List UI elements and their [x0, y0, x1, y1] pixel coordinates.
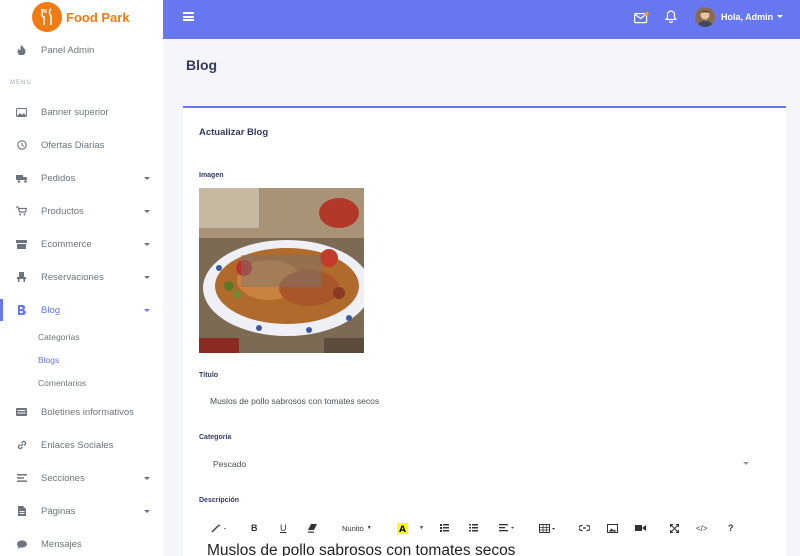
sidebar-item-label: Productos [41, 205, 84, 217]
brand[interactable]: Food Park [0, 0, 163, 34]
cart-icon [16, 206, 27, 217]
sidebar-item-secciones[interactable]: Secciones [0, 466, 163, 490]
sidebar-item-label: Ofertas Diarias [41, 139, 105, 151]
svg-text:A: A [399, 525, 406, 534]
clock-icon [16, 140, 27, 151]
sidebar: Food Park Panel Admin MENU Banner superi… [0, 0, 163, 556]
brand-name: Food Park [66, 9, 130, 25]
sidebar-item-enlaces[interactable]: Enlaces Sociales [0, 433, 163, 457]
sidebar-item-label: Enlaces Sociales [41, 439, 114, 451]
link-icon[interactable] [579, 522, 590, 534]
card-title: Actualizar Blog [199, 127, 269, 138]
sidebar-item-mensajes[interactable]: Mensajes [0, 532, 163, 556]
user-name[interactable]: Hola, Admin [721, 12, 773, 22]
list-icon [16, 473, 27, 484]
top-navbar: Hola, Admin [163, 0, 800, 39]
sidebar-item-ofertas[interactable]: Ofertas Diarias [0, 133, 163, 157]
chevron-down-icon [144, 176, 150, 180]
sidebar-item-panel-admin[interactable]: Panel Admin [0, 38, 163, 62]
update-blog-card: Actualizar Blog Imagen Título Muslos de … [183, 106, 786, 556]
image-hover-overlay [241, 255, 321, 287]
chevron-down-icon [144, 209, 150, 213]
menu-toggle-icon[interactable] [183, 12, 194, 21]
fire-icon [16, 45, 27, 56]
image-label: Imagen [199, 172, 224, 179]
link-icon [16, 440, 27, 451]
store-icon [16, 239, 27, 250]
caret-down-icon[interactable] [777, 15, 783, 18]
fullscreen-icon[interactable] [670, 522, 679, 534]
sidebar-item-label: Banner superior [41, 106, 109, 118]
menu-header: MENU [10, 80, 32, 86]
text-color-dropdown-icon[interactable]: ▼ [419, 522, 424, 534]
sidebar-item-paginas[interactable]: Páginas [0, 499, 163, 523]
underline-button[interactable]: U [280, 522, 287, 534]
editor-content[interactable]: Muslos de pollo sabrosos con tomates sec… [207, 542, 515, 556]
chair-icon [16, 272, 27, 283]
page-title: Blog [186, 57, 218, 73]
sidebar-item-label: Blog [41, 304, 61, 316]
mail-icon[interactable] [634, 11, 649, 24]
sidebar-item-label: Secciones [41, 472, 85, 484]
file-icon [16, 506, 27, 517]
sidebar-subitem-categorias[interactable]: Categorías [38, 332, 80, 342]
sidebar-item-label: Pedidos [41, 172, 76, 184]
chevron-down-icon [144, 476, 150, 480]
sidebar-item-reservaciones[interactable]: Reservaciones [0, 265, 163, 289]
sidebar-item-label: Reservaciones [41, 271, 104, 283]
sidebar-item-pedidos[interactable]: Pedidos [0, 166, 163, 190]
chevron-down-icon [144, 242, 150, 246]
chevron-down-icon [743, 462, 749, 465]
sidebar-item-label: Panel Admin [41, 44, 95, 56]
sidebar-item-boletines[interactable]: Boletines informativos [0, 400, 163, 424]
sidebar-subitem-blogs[interactable]: Blogs [38, 355, 59, 365]
category-label: Categoría [199, 434, 232, 441]
chevron-down-icon [144, 308, 150, 312]
sidebar-subitem-comentarios[interactable]: Comentarios [38, 378, 86, 388]
font-family-value: Nunito [342, 523, 364, 533]
bold-icon [16, 305, 27, 316]
description-label: Descripción [199, 497, 240, 504]
chat-icon [16, 539, 27, 550]
unordered-list-icon[interactable] [440, 522, 449, 534]
picture-icon[interactable] [607, 522, 618, 534]
table-icon[interactable] [539, 522, 556, 534]
font-family-dropdown[interactable]: Nunito ▼ [342, 522, 372, 534]
chevron-down-icon [144, 275, 150, 279]
sidebar-item-ecommerce[interactable]: Ecommerce [0, 232, 163, 256]
sidebar-item-blog[interactable]: Blog [0, 298, 163, 322]
chevron-down-icon [144, 509, 150, 513]
sidebar-item-banner[interactable]: Banner superior [0, 100, 163, 124]
brand-logo-icon [32, 2, 62, 32]
avatar[interactable] [695, 7, 715, 27]
image-icon [16, 107, 27, 118]
editor-toolbar: B U Nunito ▼ A ▼ </> ? [199, 519, 769, 537]
bold-button[interactable]: B [251, 522, 258, 534]
sidebar-item-label: Páginas [41, 505, 76, 517]
eraser-icon[interactable] [308, 522, 317, 534]
newsletter-icon [16, 407, 27, 418]
code-view-button[interactable]: </> [696, 522, 708, 534]
sidebar-item-productos[interactable]: Productos [0, 199, 163, 223]
title-label: Título [199, 372, 219, 379]
text-color-icon[interactable]: A [397, 522, 408, 534]
align-dropdown-icon[interactable] [499, 522, 515, 534]
sidebar-item-label: Ecommerce [41, 238, 92, 250]
category-selected-value: Pescado [213, 459, 247, 469]
help-button[interactable]: ? [728, 522, 734, 534]
bell-icon[interactable] [664, 10, 678, 24]
blog-image[interactable] [199, 188, 364, 353]
sidebar-item-label: Mensajes [41, 538, 82, 550]
ordered-list-icon[interactable] [469, 522, 478, 534]
sidebar-item-label: Boletines informativos [41, 406, 134, 418]
category-select[interactable]: Pescado [199, 451, 769, 477]
truck-icon [16, 173, 27, 184]
magic-wand-icon[interactable] [211, 522, 227, 534]
video-icon[interactable] [635, 522, 646, 534]
title-input[interactable]: Muslos de pollo sabrosos con tomates sec… [199, 388, 769, 414]
